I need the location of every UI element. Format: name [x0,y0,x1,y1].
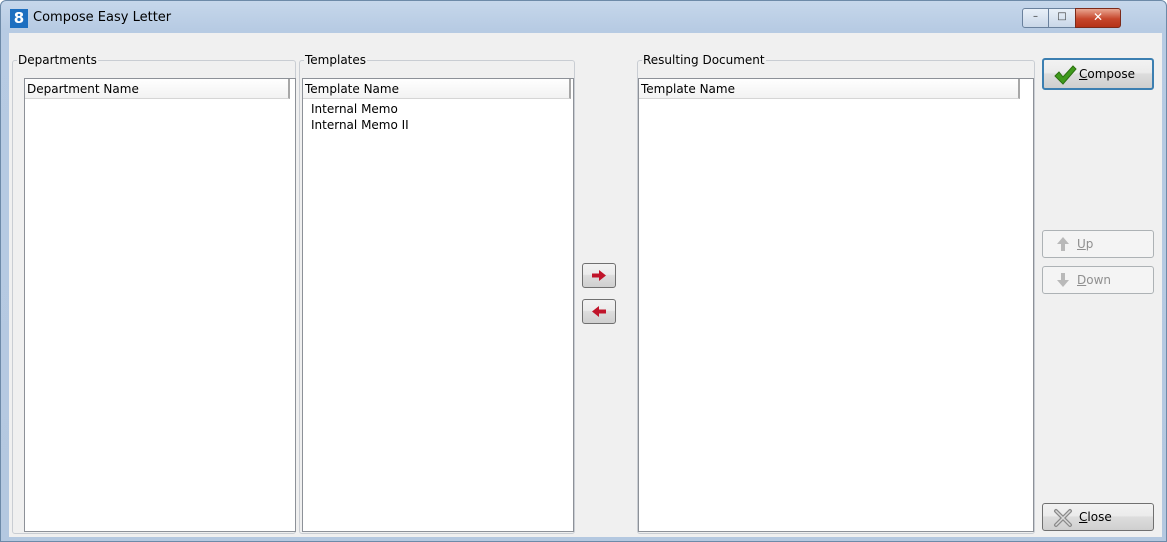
template-name-column-header[interactable]: Template Name [303,79,571,99]
maximize-button[interactable]: □ [1048,8,1076,28]
compose-easy-letter-window: 8 Compose Easy Letter – □ ✕ Departments … [0,0,1167,542]
resulting-template-name-column-header[interactable]: Template Name [639,79,1020,99]
list-item[interactable]: Internal Memo II [311,117,573,133]
arrow-up-icon [1057,237,1069,251]
templates-group-label: Templates [304,53,368,67]
close-button[interactable]: Close [1042,503,1154,531]
close-label: Close [1079,510,1112,524]
title-bar[interactable]: 8 Compose Easy Letter – □ ✕ [1,1,1166,33]
department-name-column-header[interactable]: Department Name [25,79,290,99]
minimize-button[interactable]: – [1022,8,1049,28]
checkmark-icon [1054,65,1077,85]
move-up-button[interactable]: Up [1042,230,1154,258]
arrow-right-icon [592,270,606,281]
arrow-left-icon [592,306,606,317]
arrow-down-icon [1057,273,1069,287]
move-down-button[interactable]: Down [1042,266,1154,294]
resulting-document-list[interactable]: Template Name [638,78,1034,532]
dialog-client-area: Departments Department Name Templates Te… [9,33,1162,537]
departments-group-label: Departments [17,53,98,67]
up-label: Up [1077,237,1094,251]
add-to-document-button[interactable] [582,263,616,288]
close-x-icon [1054,509,1072,527]
templates-list[interactable]: Template Name Internal Memo Internal Memo… [302,78,574,532]
window-title: Compose Easy Letter [33,10,172,25]
remove-from-document-button[interactable] [582,299,616,324]
close-window-button[interactable]: ✕ [1075,8,1121,28]
resulting-document-group-label: Resulting Document [642,53,766,67]
list-item[interactable]: Internal Memo [311,101,573,117]
departments-list[interactable]: Department Name [24,78,296,532]
templates-items: Internal Memo Internal Memo II [303,101,573,133]
compose-button[interactable]: Compose [1042,58,1154,90]
down-label: Down [1077,273,1112,287]
compose-label: Compose [1079,67,1136,81]
app-icon: 8 [10,9,28,28]
